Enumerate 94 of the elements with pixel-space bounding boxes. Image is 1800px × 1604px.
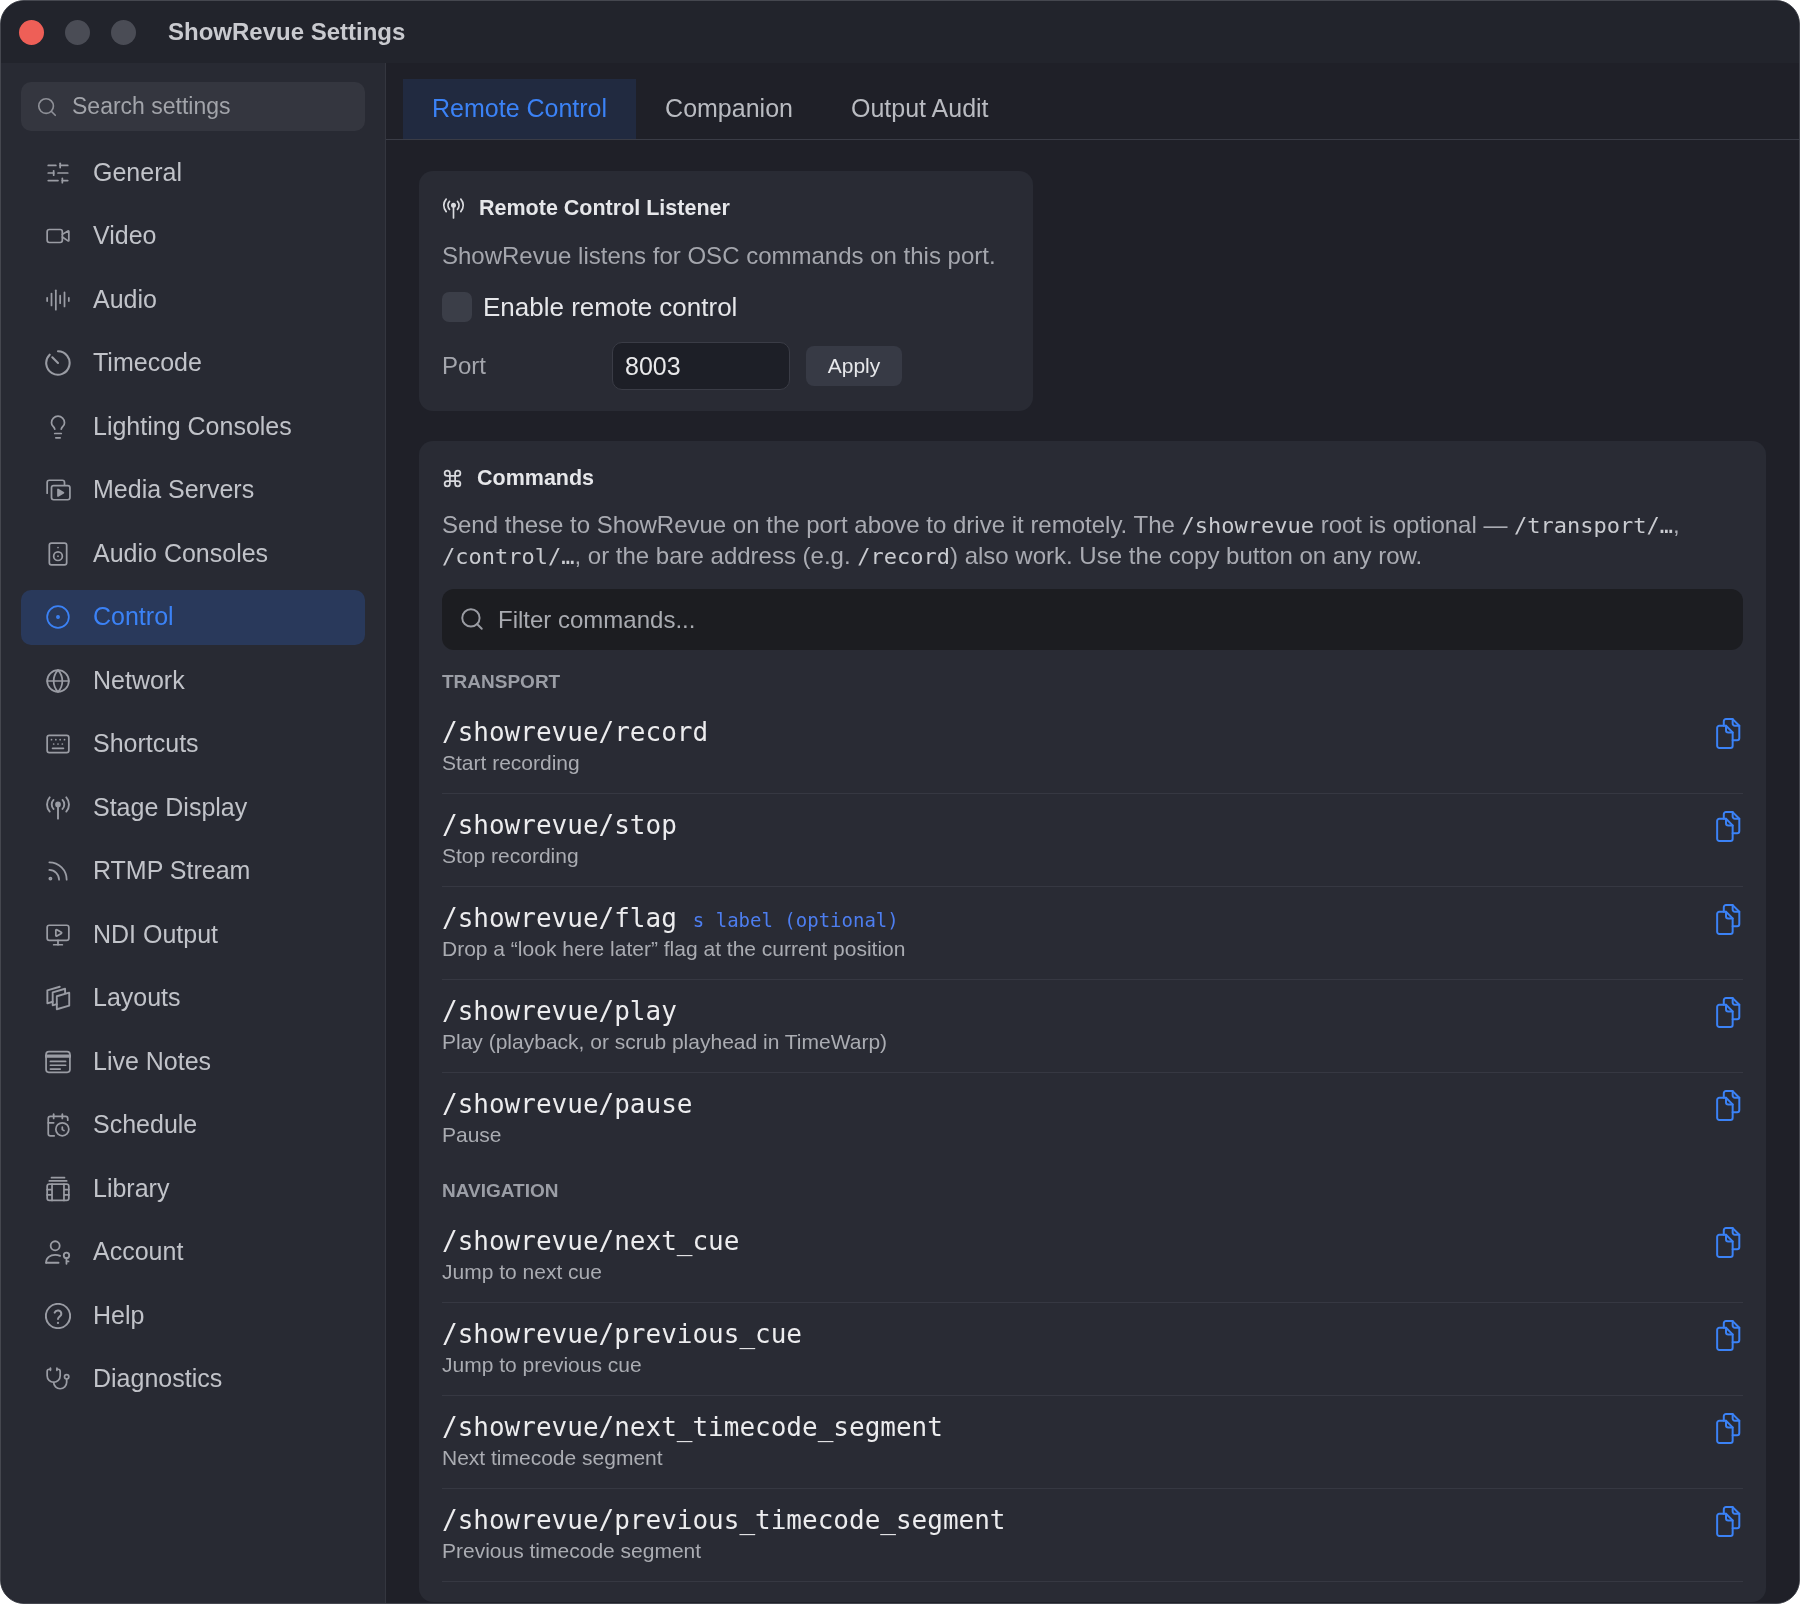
- argument-hint: s label (optional): [692, 908, 899, 933]
- copy-icon: [1716, 1227, 1741, 1258]
- copy-button[interactable]: [1716, 1227, 1741, 1258]
- sidebar-item[interactable]: Help: [21, 1288, 365, 1343]
- command-description: Drop a “look here later” flag at the current position: [442, 936, 906, 962]
- tab[interactable]: Remote Control: [403, 79, 637, 139]
- sidebar-item[interactable]: Media Servers: [21, 462, 365, 518]
- sidebar-item[interactable]: RTMP Stream: [21, 843, 365, 899]
- command-description: Pause: [442, 1122, 502, 1148]
- command-description: Jump to previous cue: [442, 1352, 642, 1378]
- card-title: Remote Control Listener: [479, 194, 730, 222]
- command-address: /showrevue/pause: [442, 1089, 693, 1119]
- copy-button[interactable]: [1716, 1506, 1741, 1537]
- film-stack-icon: [45, 1175, 71, 1202]
- stethoscope-icon: [45, 1366, 71, 1392]
- command-address: /showrevue/previous_timecode_segment: [442, 1505, 1006, 1535]
- sidebar-item[interactable]: Audio: [21, 272, 365, 327]
- sidebar-item[interactable]: Video: [21, 208, 365, 264]
- card-description: ShowRevue listens for OSC commands on this port.: [442, 241, 996, 271]
- waveform-icon: [45, 286, 71, 313]
- copy-icon: [1716, 1506, 1741, 1537]
- sidebar-item[interactable]: Stage Display: [21, 780, 365, 835]
- copy-icon: [1716, 718, 1741, 749]
- timer-icon: [45, 350, 71, 376]
- sliders-icon: [45, 159, 71, 186]
- notes-icon: [45, 1048, 71, 1075]
- copy-icon: [1716, 997, 1741, 1028]
- antenna-icon: [45, 794, 71, 821]
- command-address: /showrevue/previous_cue: [442, 1319, 803, 1349]
- copy-button[interactable]: [1716, 904, 1741, 935]
- command-description: Previous timecode segment: [442, 1538, 702, 1564]
- speaker-icon: [45, 540, 71, 567]
- command-description: Stop recording: [442, 843, 579, 869]
- copy-icon: [1716, 1090, 1741, 1121]
- port-field[interactable]: 8003: [612, 342, 790, 390]
- calendar-clock-icon: [45, 1112, 71, 1138]
- globe-icon: [45, 667, 71, 694]
- sidebar-item[interactable]: General: [21, 145, 365, 200]
- stacked-squares-icon: [45, 985, 71, 1011]
- sidebar-item[interactable]: Diagnostics: [21, 1351, 365, 1407]
- sidebar-item[interactable]: Live Notes: [21, 1034, 365, 1089]
- copy-icon: [1716, 1320, 1741, 1351]
- stacked-play-icon: [45, 477, 71, 503]
- command-description: Start recording: [442, 750, 580, 776]
- copy-icon: [1716, 1413, 1741, 1444]
- command-key-icon: [442, 467, 463, 489]
- section-heading: NAVIGATION: [442, 1179, 559, 1203]
- tab[interactable]: Companion: [636, 79, 822, 139]
- copy-button[interactable]: [1716, 997, 1741, 1028]
- sidebar-item[interactable]: Lighting Consoles: [21, 399, 365, 454]
- card-description: Send these to ShowRevue on the port above to drive it remotely. The /showrevue root is optional — /transport/…, /control/…, or the bare address (e.g. /record) also work. Use the copy button on any row.: [442, 510, 1681, 571]
- sidebar-item[interactable]: NDI Output: [21, 907, 365, 962]
- card-title: Commands: [477, 464, 595, 492]
- filter-field[interactable]: Filter commands...: [442, 589, 1743, 650]
- copy-icon: [1716, 811, 1741, 842]
- copy-icon: [1716, 904, 1741, 935]
- sidebar-item[interactable]: Shortcuts: [21, 716, 365, 772]
- copy-button[interactable]: [1716, 811, 1741, 842]
- sidebar-item[interactable]: Audio Consoles: [21, 526, 365, 581]
- sidebar-item[interactable]: Library: [21, 1161, 365, 1216]
- command-description: Play (playback, or scrub playhead in TimeWarp): [442, 1029, 888, 1055]
- sidebar-item[interactable]: Account: [21, 1224, 365, 1280]
- copy-button[interactable]: [1716, 1090, 1741, 1121]
- sidebar-item[interactable]: Layouts: [21, 970, 365, 1026]
- close-button[interactable]: [19, 19, 44, 45]
- command-description: Next timecode segment: [442, 1445, 663, 1471]
- checkbox-label: Enable remote control: [483, 290, 738, 324]
- search-field[interactable]: Search settings: [21, 82, 365, 131]
- window-title: ShowRevue Settings: [168, 17, 406, 47]
- section-heading: TRANSPORT: [442, 670, 561, 694]
- apply-button[interactable]: Apply: [806, 346, 902, 386]
- search-icon: [36, 96, 58, 118]
- user-key-icon: [45, 1239, 71, 1265]
- copy-button[interactable]: [1716, 1413, 1741, 1444]
- command-address: /showrevue/next_timecode_segment: [442, 1412, 943, 1442]
- command-address: /showrevue/record: [442, 717, 709, 747]
- copy-button[interactable]: [1716, 718, 1741, 749]
- command-address: /showrevue/stop: [442, 810, 677, 840]
- command-address: /showrevue/flag: [442, 903, 677, 933]
- command-address: /showrevue/next_cue: [442, 1226, 740, 1256]
- keyboard-icon: [45, 731, 71, 757]
- help-icon: [45, 1302, 71, 1329]
- dot-circle-icon: [45, 604, 71, 630]
- monitor-play-icon: [45, 921, 71, 948]
- sidebar-item[interactable]: Timecode: [21, 335, 365, 391]
- copy-button[interactable]: [1716, 1320, 1741, 1351]
- field-label: Port: [442, 351, 487, 381]
- antenna-icon: [442, 197, 465, 219]
- search-icon: [459, 606, 485, 632]
- command-address: /showrevue/play: [442, 996, 677, 1026]
- sidebar-item[interactable]: Network: [21, 653, 365, 708]
- sidebar-item[interactable]: Schedule: [21, 1097, 365, 1153]
- tab[interactable]: Output Audit: [821, 79, 1018, 139]
- command-description: Jump to next cue: [442, 1259, 602, 1285]
